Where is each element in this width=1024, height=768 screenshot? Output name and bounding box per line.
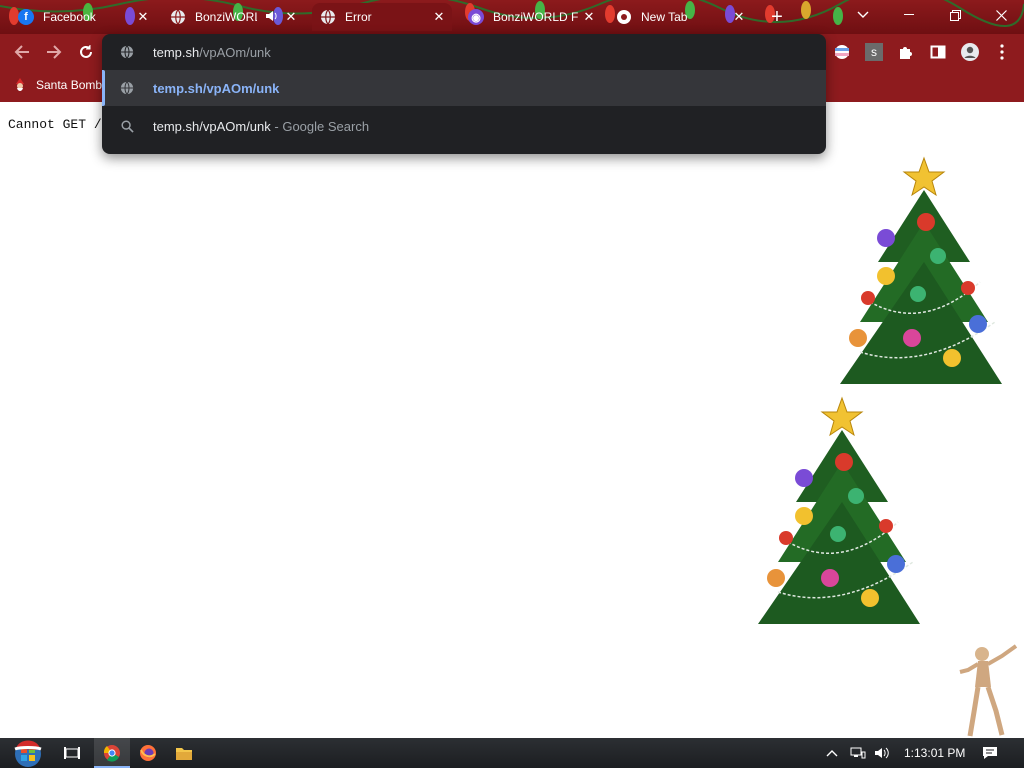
bookmark-santa-bomb[interactable]: Santa Bomb [14,77,102,93]
taskbar: 1:13:01 PM [0,738,1024,768]
notification-icon[interactable] [982,738,998,768]
flag-icon[interactable] [832,42,852,62]
globe-icon [119,80,135,96]
suggestion-text: temp.sh/vpAOm/unk [153,80,280,96]
tab-error[interactable]: Error ✕ [312,3,452,31]
bookmark-label: Santa Bomb [36,78,103,92]
tab-title: Facebook [43,10,96,24]
more-icon[interactable] [992,42,1012,62]
profile-icon[interactable] [960,42,980,62]
tab-title: BonziWORL [195,10,257,24]
tab-close-icon[interactable]: ✕ [284,10,298,24]
facebook-icon: f [18,9,34,25]
autocomplete-text: /vpAOm/unk [199,44,271,60]
christmas-tree-image [758,396,920,624]
chrome-icon [616,9,632,25]
bonzi-icon: ◉ [468,9,484,25]
clock[interactable]: 1:13:01 PM [904,738,965,768]
tab-facebook[interactable]: f Facebook ✕ [18,3,152,31]
address-input[interactable]: temp.sh/vpAOm/unk [153,45,271,60]
restore-icon[interactable] [932,0,978,30]
tab-strip: f Facebook ✕ BonziWORL ✕ Error ✕ ◉ Bonzi… [0,0,1024,34]
christmas-tree-image [840,156,1002,384]
suggestion-search[interactable]: temp.sh/vpAOm/unk - Google Search [102,108,826,144]
tab-new-tab[interactable]: New Tab ✕ [616,3,748,31]
forward-arrow-icon[interactable] [42,40,66,64]
tab-close-icon[interactable]: ✕ [582,10,596,24]
page-content: Cannot GET /h [0,102,1024,738]
windows-start-icon[interactable] [8,738,48,768]
tab-close-icon[interactable]: ✕ [432,10,446,24]
speaker-icon[interactable] [265,10,279,25]
volume-icon[interactable] [874,738,890,768]
puzzle-icon[interactable] [896,42,916,62]
globe-icon [170,9,186,25]
back-arrow-icon[interactable] [10,40,34,64]
network-icon[interactable] [850,738,866,768]
address-bar[interactable]: temp.sh/vpAOm/unk [102,34,826,70]
reload-icon[interactable] [74,40,98,64]
task-view-icon[interactable] [54,738,90,768]
close-icon[interactable] [978,0,1024,30]
tab-title: BonziWORLD F [493,10,579,24]
side-panel-icon[interactable] [928,42,948,62]
suggestion-suffix: - Google Search [270,118,370,134]
s-extension-icon[interactable]: s [864,42,884,62]
tab-close-icon[interactable]: ✕ [136,10,150,24]
plus-icon[interactable]: + [766,6,788,28]
tab-title: New Tab [641,10,688,24]
error-message: Cannot GET /h [8,117,110,132]
file-explorer-icon[interactable] [166,738,202,768]
santa-icon [14,77,26,93]
chevron-down-icon[interactable] [840,0,886,30]
suggestion-text: temp.sh/vpAOm/unk [153,118,271,134]
tab-bonziworld[interactable]: BonziWORL ✕ [170,3,300,31]
tab-title: Error [345,10,372,24]
typed-text: temp.sh [153,44,200,60]
firefox-icon[interactable] [130,738,166,768]
tab-close-icon[interactable]: ✕ [732,10,746,24]
chrome-icon[interactable] [94,738,130,768]
omnibox-dropdown: temp.sh/vpAOm/unk temp.sh/vpAOm/unk temp… [102,34,826,154]
chevron-up-icon[interactable] [826,738,838,768]
globe-icon [119,44,135,60]
search-icon [119,118,135,134]
tab-bonziworld-f[interactable]: ◉ BonziWORLD F ✕ [468,3,598,31]
dancing-figure-image [959,644,1018,737]
minimize-icon[interactable] [886,0,932,30]
suggestion-url[interactable]: temp.sh/vpAOm/unk [102,70,826,106]
globe-icon [320,9,336,25]
